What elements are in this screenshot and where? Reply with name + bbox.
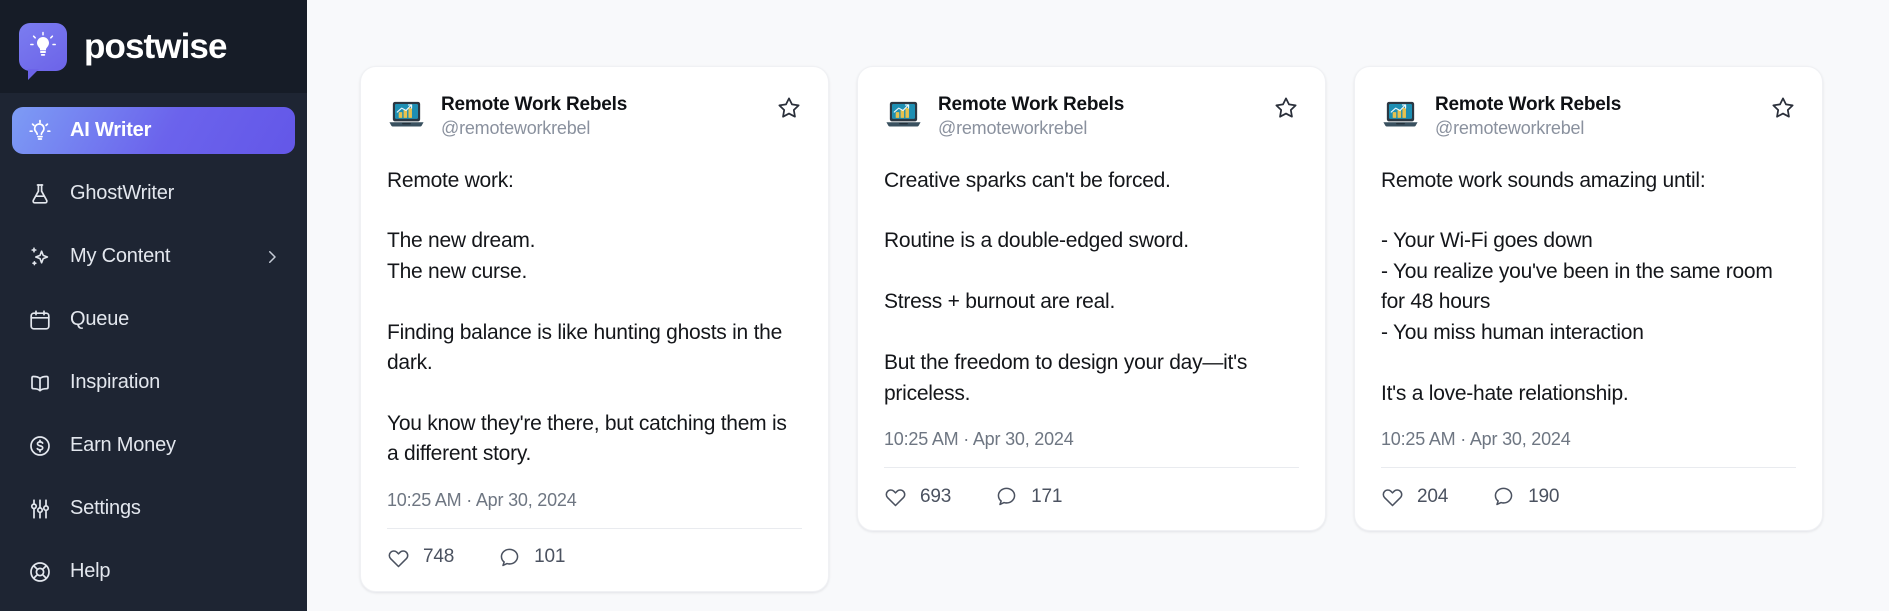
heart-icon [1382,489,1403,507]
post-body: Remote work: The new dream. The new curs… [387,168,787,466]
author-handle: @remoteworkrebel [938,117,1088,138]
sidebar-item-ai-writer[interactable]: AI Writer [12,107,295,154]
star-outline-icon[interactable] [1273,93,1299,126]
comment-count: 190 [1528,485,1560,507]
author-name: Remote Work Rebels [1435,94,1622,115]
laptop-chart-avatar [1381,95,1420,134]
post-identity: Remote Work Rebels @remoteworkrebel [441,93,627,139]
book-icon [26,369,53,396]
post-stats: 204 190 [1381,468,1796,508]
star-outline-icon[interactable] [776,93,802,126]
post-card-header: Remote Work Rebels @remoteworkrebel [884,93,1299,139]
comment-count: 171 [1031,485,1063,507]
sidebar-item-ghostwriter[interactable]: GhostWriter [12,170,295,217]
sidebar: postwise AI Writer GhostWriter My Conten… [0,0,307,611]
laptop-chart-avatar [387,95,426,134]
laptop-chart-avatar [884,95,923,134]
post-grid: Remote Work Rebels @remoteworkrebel Remo… [307,0,1889,611]
like-stat[interactable]: 693 [884,485,951,508]
sidebar-item-my-content[interactable]: My Content [12,233,295,280]
lightbulb-speech-bubble-icon [19,22,67,80]
comment-stat[interactable]: 190 [1492,485,1559,508]
lifebuoy-icon [26,558,53,585]
brand-name: postwise [84,26,227,66]
sidebar-item-label: Settings [70,497,141,519]
post-identity: Remote Work Rebels @remoteworkrebel [1435,93,1621,139]
sidebar-item-label: GhostWriter [70,182,175,204]
like-stat[interactable]: 748 [387,546,454,569]
sidebar-item-inspiration[interactable]: Inspiration [12,359,295,406]
post-timestamp: 10:25 AM · Apr 30, 2024 [1381,429,1796,469]
post-timestamp: 10:25 AM · Apr 30, 2024 [884,429,1299,469]
post-stats: 693 171 [884,468,1299,508]
author-name: Remote Work Rebels [441,94,628,115]
post-card-header: Remote Work Rebels @remoteworkrebel [1381,93,1796,139]
chevron-right-icon[interactable] [263,248,281,266]
sliders-icon [26,495,53,522]
post-body: Remote work sounds amazing until: - Your… [1381,168,1773,405]
lightbulb-icon [26,117,53,144]
author-handle: @remoteworkrebel [441,117,591,138]
sidebar-item-label: My Content [70,245,171,267]
sidebar-item-label: Earn Money [70,434,176,456]
sidebar-item-label: AI Writer [70,119,152,141]
post-stats: 748 101 [387,529,802,569]
post-card[interactable]: Remote Work Rebels @remoteworkrebel Remo… [360,66,829,592]
post-timestamp: 10:25 AM · Apr 30, 2024 [387,490,802,529]
post-identity: Remote Work Rebels @remoteworkrebel [938,93,1124,139]
sidebar-item-settings[interactable]: Settings [12,485,295,532]
comment-stat[interactable]: 101 [498,546,565,569]
sidebar-item-label: Help [70,560,111,582]
post-body: Creative sparks can't be forced. Routine… [884,168,1248,405]
heart-icon [885,489,906,507]
calendar-icon [26,306,53,333]
comment-icon [500,548,519,567]
comment-icon [1494,487,1513,506]
app-root: postwise AI Writer GhostWriter My Conten… [0,0,1889,611]
sidebar-item-help[interactable]: Help [12,548,295,595]
heart-icon [388,550,409,568]
post-card[interactable]: Remote Work Rebels @remoteworkrebel Crea… [857,66,1326,532]
dollar-circle-icon [26,432,53,459]
post-card[interactable]: Remote Work Rebels @remoteworkrebel Remo… [1354,66,1823,532]
sidebar-item-queue[interactable]: Queue [12,296,295,343]
sidebar-item-label: Inspiration [70,371,161,393]
like-count: 693 [920,485,952,507]
star-outline-icon[interactable] [1770,93,1796,126]
sidebar-nav: AI Writer GhostWriter My Content Queue I… [0,93,307,611]
sparkles-icon [26,243,53,270]
author-handle: @remoteworkrebel [1435,117,1585,138]
comment-icon [997,487,1016,506]
post-card-header: Remote Work Rebels @remoteworkrebel [387,93,802,139]
sidebar-item-label: Queue [70,308,130,330]
author-name: Remote Work Rebels [938,94,1125,115]
like-stat[interactable]: 204 [1381,485,1448,508]
comment-stat[interactable]: 171 [995,485,1062,508]
like-count: 204 [1417,485,1449,507]
comment-count: 101 [534,546,566,568]
like-count: 748 [423,546,455,568]
flask-icon [26,180,53,207]
brand-header[interactable]: postwise [0,0,307,93]
sidebar-item-earn-money[interactable]: Earn Money [12,422,295,469]
